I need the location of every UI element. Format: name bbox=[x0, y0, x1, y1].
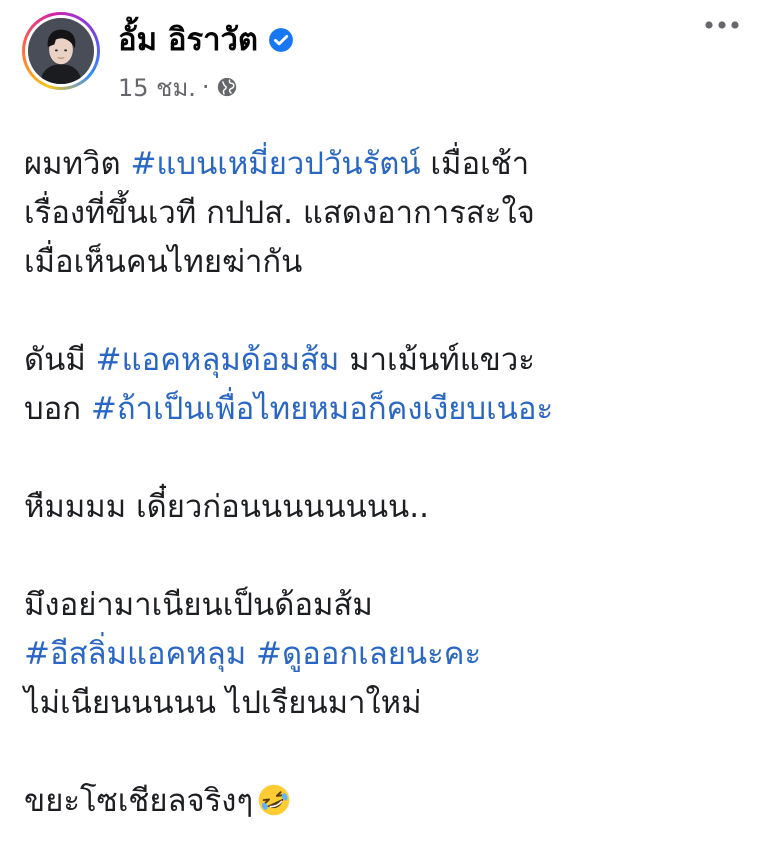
post-text-segment: หืมมมม เดี๋ยวก่อนนนนนนนน.. bbox=[24, 489, 429, 525]
hashtag-link[interactable]: #แอคหลุมด้อมส้ม bbox=[96, 342, 340, 378]
post-text-segment: ผมทวิต bbox=[24, 146, 131, 182]
author-name-row: อั้ม อิราวัต bbox=[118, 18, 294, 62]
meta-separator: · bbox=[201, 73, 210, 101]
post-line: บอก #ถ้าเป็นเพื่อไทยหมอก็คงเงียบเนอะ bbox=[24, 385, 744, 434]
post-text-segment: มาเม้นท์แขวะ bbox=[339, 342, 535, 378]
hashtag-link[interactable]: #แบนเหมี่ยวปวันรัตน์ bbox=[130, 146, 420, 182]
author-name[interactable]: อั้ม อิราวัต bbox=[118, 18, 258, 62]
avatar-photo bbox=[28, 18, 94, 84]
post-line: #อีสลิ่มแอคหลุม #ดูออกเลยนะคะ bbox=[24, 630, 744, 679]
avatar-portrait-icon bbox=[28, 18, 94, 84]
post-line: เรื่องที่ขึ้นเวที กปปส. แสดงอาการสะใจ bbox=[24, 189, 744, 238]
post-line: เมื่อเห็นคนไทยฆ่ากัน bbox=[24, 238, 744, 287]
more-options-icon bbox=[705, 21, 739, 29]
post-line: ดันมี #แอคหลุมด้อมส้ม มาเม้นท์แขวะ bbox=[24, 336, 744, 385]
post-header: อั้ม อิราวัต 15 ชม. · bbox=[0, 0, 766, 110]
rolling-on-floor-laughing-emoji-icon bbox=[257, 783, 291, 817]
post-text-segment: เมื่อเช้า bbox=[420, 146, 530, 182]
post-text: ผมทวิต #แบนเหมี่ยวปวันรัตน์ เมื่อเช้าเรื… bbox=[24, 140, 744, 826]
post-text-segment: เมื่อเห็นคนไทยฆ่ากัน bbox=[24, 244, 303, 280]
post-line: ขยะโซเชียลจริงๆ bbox=[24, 777, 744, 826]
post-line: หืมมมม เดี๋ยวก่อนนนนนนนน.. bbox=[24, 483, 744, 532]
post-line: ผมทวิต #แบนเหมี่ยวปวันรัตน์ เมื่อเช้า bbox=[24, 140, 744, 189]
post-text-segment: เรื่องที่ขึ้นเวที กปปส. แสดงอาการสะใจ bbox=[24, 195, 535, 231]
hashtag-link[interactable]: #ดูออกเลยนะคะ bbox=[256, 636, 481, 672]
post-timestamp[interactable]: 15 ชม. bbox=[118, 68, 196, 107]
post-text-segment bbox=[246, 636, 256, 672]
author-avatar[interactable] bbox=[22, 12, 100, 90]
globe-icon[interactable] bbox=[216, 76, 238, 98]
verified-badge-icon bbox=[268, 27, 294, 53]
post-line: ไม่เนียนนนนน ไปเรียนมาใหม่ bbox=[24, 679, 744, 728]
post-line: มึงอย่ามาเนียนเป็นด้อมส้ม bbox=[24, 581, 744, 630]
post-text-segment: ขยะโซเชียลจริงๆ bbox=[24, 783, 254, 819]
facebook-post: อั้ม อิราวัต 15 ชม. · ผมทวิต #แบนเหมี่ยว… bbox=[0, 0, 766, 857]
post-meta: 15 ชม. · bbox=[118, 70, 238, 104]
post-text-segment: ไม่เนียนนนนน ไปเรียนมาใหม่ bbox=[24, 685, 422, 721]
hashtag-link[interactable]: #อีสลิ่มแอคหลุม bbox=[24, 636, 246, 672]
post-text-segment: มึงอย่ามาเนียนเป็นด้อมส้ม bbox=[24, 587, 373, 623]
more-options-button[interactable] bbox=[700, 10, 744, 40]
hashtag-link[interactable]: #ถ้าเป็นเพื่อไทยหมอก็คงเงียบเนอะ bbox=[91, 391, 553, 427]
post-text-segment: บอก bbox=[24, 391, 91, 427]
post-text-segment: ดันมี bbox=[24, 342, 96, 378]
avatar-ring-gap bbox=[25, 15, 97, 87]
